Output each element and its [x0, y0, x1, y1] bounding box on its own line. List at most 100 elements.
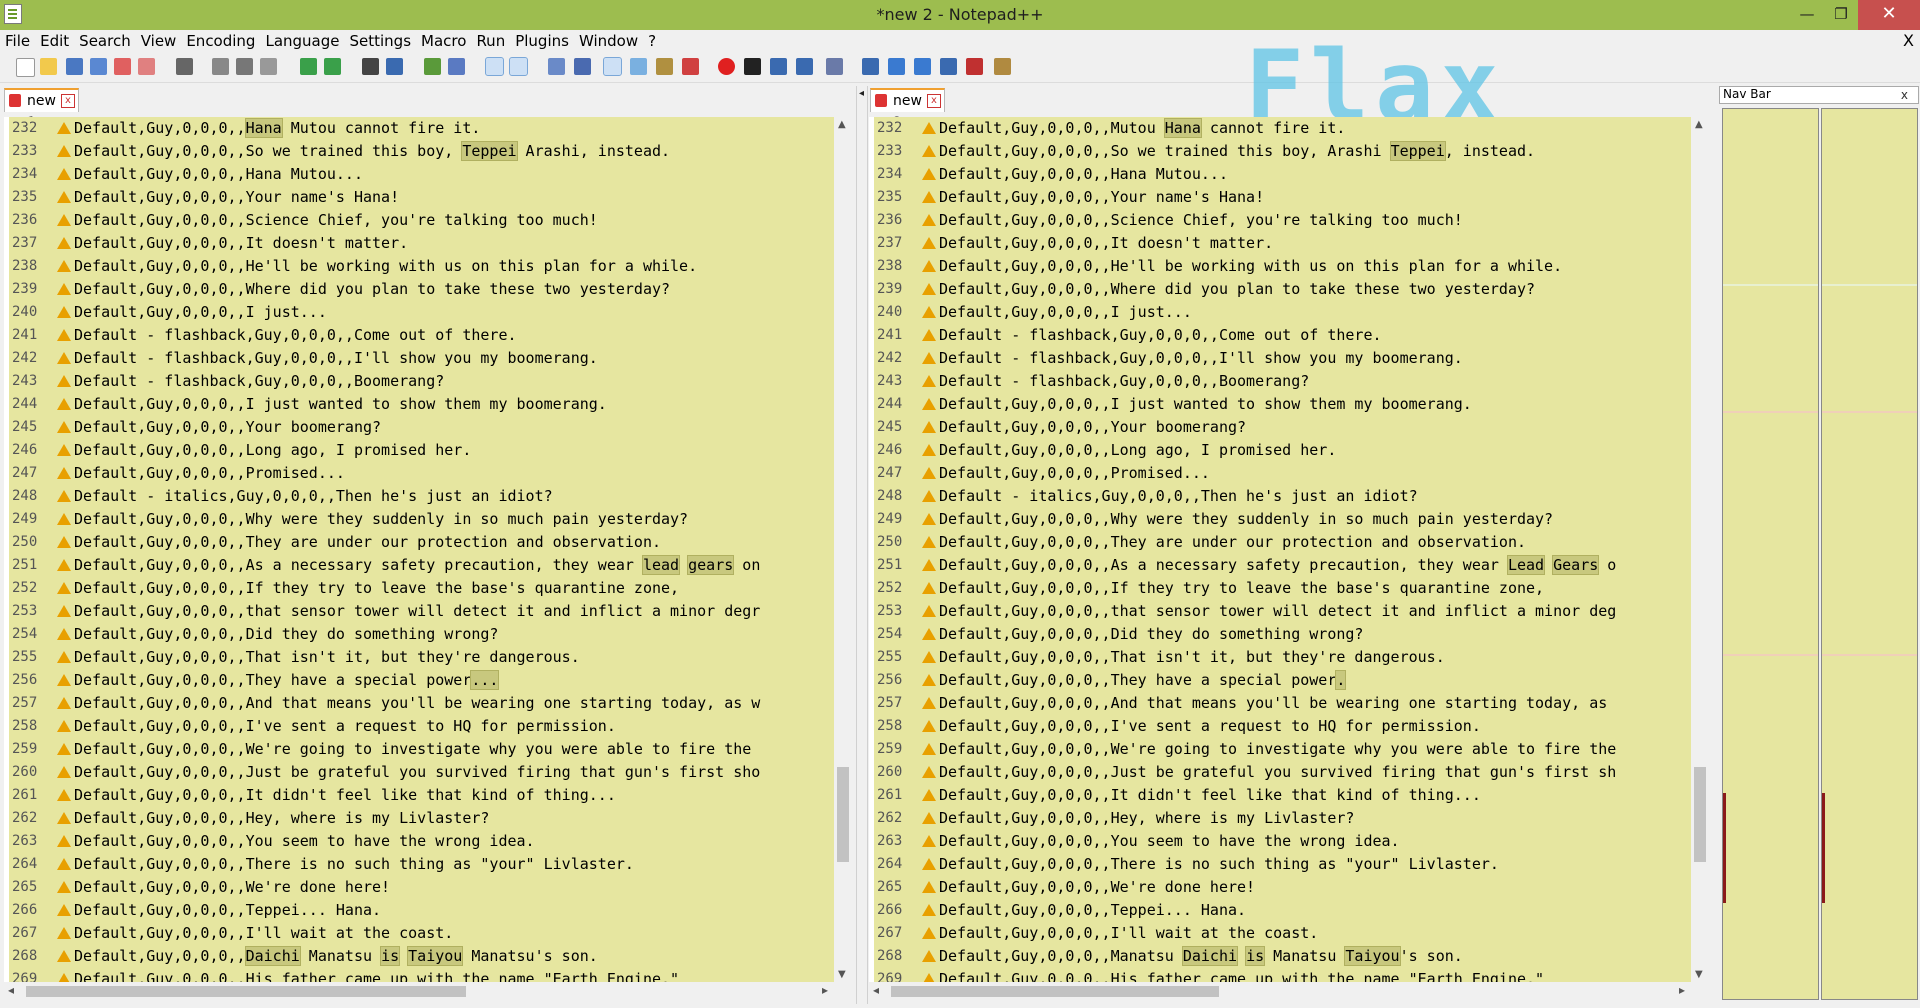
editor-line[interactable]: 257 Default,Guy,0,0,0,,And that means you… — [869, 692, 1691, 715]
menu-help[interactable]: ? — [643, 30, 661, 52]
editor-line[interactable]: 248 Default - italics,Guy,0,0,0,,Then he'… — [4, 485, 834, 508]
menu-encoding[interactable]: Encoding — [181, 30, 260, 52]
close-window-button[interactable]: ✕ — [1858, 0, 1920, 30]
editor-line[interactable]: 266 Default,Guy,0,0,0,,Teppei... Hana. — [869, 899, 1691, 922]
editor-line[interactable]: 265 Default,Guy,0,0,0,,We're done here! — [4, 876, 834, 899]
menu-run[interactable]: Run — [471, 30, 510, 52]
menu-edit[interactable]: Edit — [35, 30, 74, 52]
sync-horizontal-scroll-icon[interactable] — [509, 57, 528, 76]
spell-check-icon[interactable] — [966, 58, 983, 75]
scroll-left-arrow[interactable]: ◂ — [873, 983, 879, 997]
editor-line[interactable]: 269 Default,Guy,0,0,0,,His father came up… — [869, 968, 1691, 982]
close-tab-icon[interactable]: x — [60, 94, 75, 108]
compare-first-diff-icon[interactable] — [862, 58, 879, 75]
right-horizontal-scrollbar[interactable]: ◂ ▸ — [869, 982, 1691, 1000]
scroll-up-arrow[interactable]: ▲ — [1695, 119, 1703, 130]
function-list-icon[interactable] — [682, 58, 699, 75]
menu-language[interactable]: Language — [260, 30, 344, 52]
editor-line[interactable]: 258 Default,Guy,0,0,0,,I've sent a reques… — [869, 715, 1691, 738]
editor-line[interactable]: 247 Default,Guy,0,0,0,,Promised... — [4, 462, 834, 485]
menu-view[interactable]: View — [136, 30, 182, 52]
save-macro-icon[interactable] — [826, 58, 843, 75]
left-editor[interactable]: 232 Default,Guy,0,0,0,,Hana Mutou cannot … — [4, 117, 834, 982]
editor-line[interactable]: 244 Default,Guy,0,0,0,,I just wanted to s… — [4, 393, 834, 416]
editor-line[interactable]: 245 Default,Guy,0,0,0,,Your boomerang? — [869, 416, 1691, 439]
editor-line[interactable]: 256 Default,Guy,0,0,0,,They have a specia… — [4, 669, 834, 692]
undo-icon[interactable] — [300, 58, 317, 75]
show-all-characters-icon[interactable] — [574, 58, 591, 75]
editor-line[interactable]: 236 Default,Guy,0,0,0,,Science Chief, you… — [869, 209, 1691, 232]
editor-line[interactable]: 233 Default,Guy,0,0,0,,So we trained this… — [4, 140, 834, 163]
word-wrap-icon[interactable] — [548, 58, 565, 75]
editor-line[interactable]: 237 Default,Guy,0,0,0,,It doesn't matter. — [4, 232, 834, 255]
editor-line[interactable]: 243 Default - flashback,Guy,0,0,0,,Boomer… — [4, 370, 834, 393]
editor-line[interactable]: 256 Default,Guy,0,0,0,,They have a specia… — [869, 669, 1691, 692]
editor-line[interactable]: 252 Default,Guy,0,0,0,,If they try to lea… — [4, 577, 834, 600]
editor-line[interactable]: 235 Default,Guy,0,0,0,,Your name's Hana! — [869, 186, 1691, 209]
scroll-thumb[interactable] — [837, 767, 849, 862]
find-icon[interactable] — [362, 58, 379, 75]
editor-line[interactable]: 246 Default,Guy,0,0,0,,Long ago, I promis… — [4, 439, 834, 462]
tab-new-2[interactable]: new 2 x — [870, 88, 945, 131]
editor-line[interactable]: 255 Default,Guy,0,0,0,,That isn't it, but… — [4, 646, 834, 669]
play-macro-icon[interactable] — [770, 58, 787, 75]
scroll-up-arrow[interactable]: ▲ — [838, 119, 846, 130]
editor-line[interactable]: 245 Default,Guy,0,0,0,,Your boomerang? — [4, 416, 834, 439]
nav-bar-left-column[interactable] — [1722, 108, 1819, 1000]
menu-window[interactable]: Window — [574, 30, 643, 52]
editor-line[interactable]: 238 Default,Guy,0,0,0,,He'll be working w… — [4, 255, 834, 278]
zoom-in-icon[interactable] — [424, 58, 441, 75]
editor-line[interactable]: 238 Default,Guy,0,0,0,,He'll be working w… — [869, 255, 1691, 278]
editor-line[interactable]: 269 Default,Guy,0,0,0,,His father came up… — [4, 968, 834, 982]
editor-line[interactable]: 242 Default - flashback,Guy,0,0,0,,I'll s… — [4, 347, 834, 370]
close-document-button[interactable]: X — [1903, 30, 1914, 52]
document-map-icon[interactable] — [656, 58, 673, 75]
editor-line[interactable]: 241 Default - flashback,Guy,0,0,0,,Come o… — [869, 324, 1691, 347]
right-vertical-scrollbar[interactable]: ▲ ▼ — [1691, 117, 1709, 982]
view-splitter[interactable]: ◂ — [856, 86, 868, 1004]
splitter-arrow-icon[interactable]: ◂ — [859, 88, 864, 99]
editor-line[interactable]: 255 Default,Guy,0,0,0,,That isn't it, but… — [869, 646, 1691, 669]
scroll-thumb[interactable] — [891, 986, 1219, 997]
editor-line[interactable]: 249 Default,Guy,0,0,0,,Why were they sudd… — [869, 508, 1691, 531]
editor-line[interactable]: 260 Default,Guy,0,0,0,,Just be grateful y… — [4, 761, 834, 784]
scroll-down-arrow[interactable]: ▼ — [1695, 969, 1703, 980]
editor-line[interactable]: 243 Default - flashback,Guy,0,0,0,,Boomer… — [869, 370, 1691, 393]
editor-line[interactable]: 267 Default,Guy,0,0,0,,I'll wait at the c… — [869, 922, 1691, 945]
nav-bar-close-icon[interactable]: x — [1901, 88, 1908, 102]
print-icon[interactable] — [176, 58, 193, 75]
editor-line[interactable]: 244 Default,Guy,0,0,0,,I just wanted to s… — [869, 393, 1691, 416]
editor-line[interactable]: 261 Default,Guy,0,0,0,,It didn't feel lik… — [869, 784, 1691, 807]
editor-line[interactable]: 263 Default,Guy,0,0,0,,You seem to have t… — [4, 830, 834, 853]
editor-line[interactable]: 236 Default,Guy,0,0,0,,Science Chief, you… — [4, 209, 834, 232]
editor-line[interactable]: 257 Default,Guy,0,0,0,,And that means you… — [4, 692, 834, 715]
close-file-icon[interactable] — [114, 58, 131, 75]
run-macro-multiple-icon[interactable] — [796, 58, 813, 75]
editor-line[interactable]: 240 Default,Guy,0,0,0,,I just... — [4, 301, 834, 324]
editor-line[interactable]: 254 Default,Guy,0,0,0,,Did they do someth… — [4, 623, 834, 646]
scroll-thumb[interactable] — [26, 986, 466, 997]
maximize-button[interactable]: ❐ — [1820, 0, 1862, 30]
nav-bar-right-column[interactable] — [1821, 108, 1918, 1000]
editor-line[interactable]: 242 Default - flashback,Guy,0,0,0,,I'll s… — [869, 347, 1691, 370]
indent-guide-icon[interactable] — [603, 57, 622, 76]
editor-line[interactable]: 254 Default,Guy,0,0,0,,Did they do someth… — [869, 623, 1691, 646]
editor-line[interactable]: 232 Default,Guy,0,0,0,,Hana Mutou cannot … — [4, 117, 834, 140]
open-file-icon[interactable] — [40, 58, 57, 75]
editor-line[interactable]: 260 Default,Guy,0,0,0,,Just be grateful y… — [869, 761, 1691, 784]
previous-diff-icon[interactable] — [888, 58, 905, 75]
stop-macro-icon[interactable] — [744, 58, 761, 75]
editor-line[interactable]: 266 Default,Guy,0,0,0,,Teppei... Hana. — [4, 899, 834, 922]
close-tab-icon[interactable]: x — [926, 94, 941, 108]
copy-icon[interactable] — [236, 58, 253, 75]
editor-line[interactable]: 241 Default - flashback,Guy,0,0,0,,Come o… — [4, 324, 834, 347]
editor-line[interactable]: 253 Default,Guy,0,0,0,,that sensor tower … — [869, 600, 1691, 623]
scroll-down-arrow[interactable]: ▼ — [838, 969, 846, 980]
record-macro-icon[interactable] — [718, 58, 735, 75]
editor-line[interactable]: 250 Default,Guy,0,0,0,,They are under our… — [869, 531, 1691, 554]
editor-line[interactable]: 267 Default,Guy,0,0,0,,I'll wait at the c… — [4, 922, 834, 945]
editor-line[interactable]: 251 Default,Guy,0,0,0,,As a necessary saf… — [4, 554, 834, 577]
menu-search[interactable]: Search — [74, 30, 136, 52]
editor-line[interactable]: 233 Default,Guy,0,0,0,,So we trained this… — [869, 140, 1691, 163]
left-horizontal-scrollbar[interactable]: ◂ ▸ — [4, 982, 834, 1000]
